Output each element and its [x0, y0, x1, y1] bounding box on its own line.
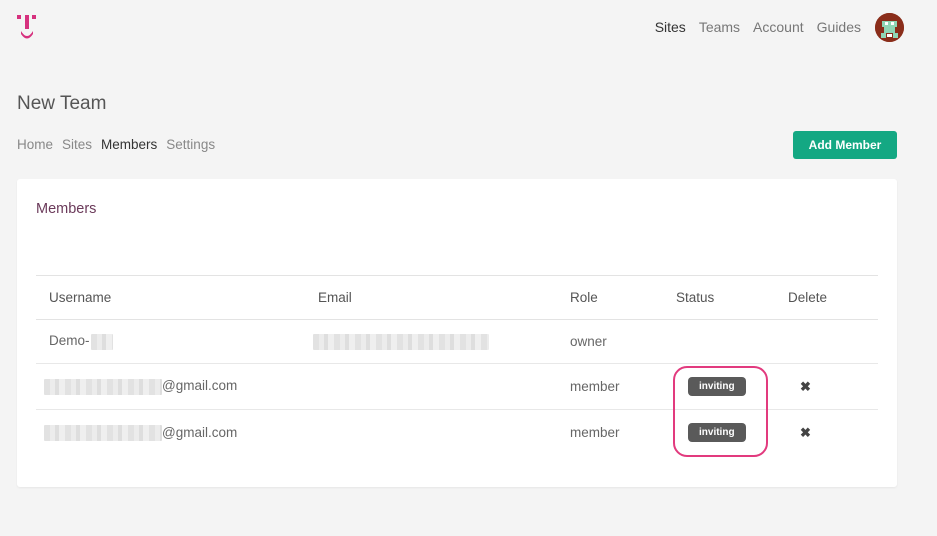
col-username: Username — [49, 290, 112, 305]
add-member-button[interactable]: Add Member — [793, 131, 897, 159]
members-card: Members Username Email Role Status Delet… — [17, 179, 897, 487]
page-title: New Team — [17, 93, 107, 114]
username-cell: @gmail.com — [36, 364, 318, 410]
delete-cell: ✖ — [788, 364, 878, 410]
app-logo[interactable] — [16, 14, 38, 42]
table-row: @gmail.com member inviting ✖ — [36, 410, 878, 456]
redacted-username — [44, 378, 162, 395]
close-icon[interactable]: ✖ — [800, 379, 811, 394]
status-cell — [676, 320, 788, 364]
username-cell: @gmail.com — [36, 410, 318, 456]
tab-home[interactable]: Home — [17, 137, 53, 152]
nav-teams[interactable]: Teams — [699, 19, 740, 35]
redacted-email — [313, 333, 489, 350]
table-row: Demo- owner — [36, 320, 878, 364]
col-role: Role — [570, 290, 598, 305]
status-badge: inviting — [688, 423, 746, 443]
members-table: Username Email Role Status Delete Demo- … — [36, 275, 878, 456]
nav-account[interactable]: Account — [753, 19, 804, 35]
delete-cell — [788, 320, 878, 364]
nav-sites[interactable]: Sites — [655, 19, 686, 35]
role-cell: member — [570, 425, 620, 441]
nav-guides[interactable]: Guides — [817, 19, 861, 35]
top-nav: Sites Teams Account Guides — [642, 0, 904, 54]
team-tabs: Home Sites Members Settings — [17, 137, 224, 152]
user-avatar[interactable] — [875, 12, 904, 42]
role-cell: owner — [570, 334, 607, 349]
tab-members[interactable]: Members — [101, 137, 157, 152]
status-cell: inviting — [676, 364, 788, 410]
status-cell: inviting — [676, 410, 788, 456]
username-text: @gmail.com — [162, 378, 238, 394]
card-title: Members — [36, 201, 97, 217]
close-icon[interactable]: ✖ — [800, 425, 811, 440]
tab-sites[interactable]: Sites — [62, 137, 92, 152]
email-cell — [318, 364, 570, 410]
col-status: Status — [676, 290, 715, 305]
delete-cell: ✖ — [788, 410, 878, 456]
username-text: @gmail.com — [162, 424, 238, 440]
col-delete: Delete — [788, 290, 828, 305]
tab-settings[interactable]: Settings — [166, 137, 215, 152]
username-text: Demo- — [49, 333, 90, 349]
col-email: Email — [318, 290, 352, 305]
redacted-username — [90, 333, 113, 350]
table-row: @gmail.com member inviting ✖ — [36, 364, 878, 410]
status-badge: inviting — [688, 377, 746, 396]
email-cell — [318, 410, 570, 456]
username-cell: Demo- — [36, 320, 318, 364]
role-cell: member — [570, 379, 620, 394]
redacted-username — [44, 424, 162, 441]
table-header: Username Email Role Status Delete — [36, 275, 878, 320]
email-cell — [313, 320, 570, 364]
